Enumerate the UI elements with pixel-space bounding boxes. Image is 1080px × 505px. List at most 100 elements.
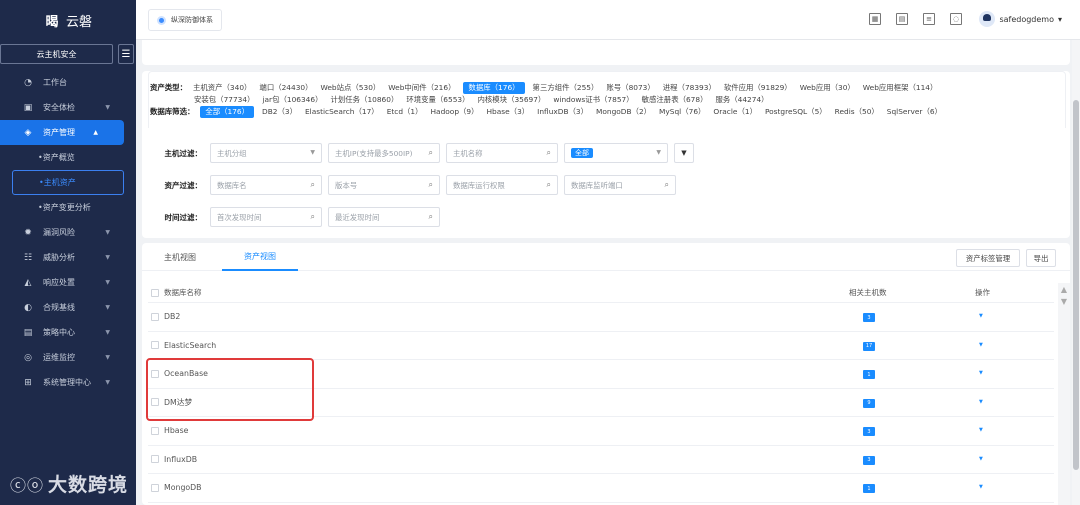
version-input[interactable]: 版本号 ⌕	[328, 175, 440, 195]
db-filter-tag[interactable]: ElasticSearch（17）	[305, 106, 379, 118]
page-scrollbar[interactable]	[1072, 40, 1080, 505]
last-found-input[interactable]: 最近发现时间 ⌕	[328, 207, 440, 227]
asset-type-tag[interactable]: 敏感注册表（678）	[642, 94, 708, 106]
db-filter-tag[interactable]: MongoDB（2）	[596, 106, 651, 118]
sidebar-item-baseline[interactable]: ◐ 合规基线 ▼	[0, 295, 136, 320]
host-count-badge[interactable]: 9	[863, 398, 875, 408]
asset-type-tag[interactable]: Web应用框架（114）	[863, 82, 938, 94]
operation-dropdown-icon[interactable]: ▼	[979, 427, 983, 433]
operation-dropdown-icon[interactable]: ▼	[979, 370, 983, 376]
db-filter-tag[interactable]: PostgreSQL（5）	[765, 106, 827, 118]
operation-dropdown-icon[interactable]: ▼	[979, 456, 983, 462]
asset-type-tag[interactable]: 进程（78393）	[663, 82, 716, 94]
brand-badge[interactable]: 纵深防御体系	[148, 9, 222, 31]
host-count-badge[interactable]: 1	[863, 370, 875, 379]
db-filter-tag[interactable]: Hadoop（9）	[431, 106, 479, 118]
sidebar-subitem-asset-change[interactable]: • 资产变更分析	[0, 195, 136, 220]
page-scrollbar-thumb[interactable]	[1073, 100, 1079, 470]
scroll-up-icon[interactable]: ▲	[1058, 283, 1070, 295]
asset-type-tag[interactable]: 计划任务（10860）	[330, 94, 398, 106]
sidebar-item-threat[interactable]: ☷ 威胁分析 ▼	[0, 245, 136, 270]
host-count-badge[interactable]: 17	[863, 341, 875, 351]
asset-type-tag[interactable]: windows证书（7857）	[553, 94, 633, 106]
table-scrollbar[interactable]	[1058, 283, 1070, 505]
apps-icon[interactable]: ▤	[896, 13, 908, 25]
operation-dropdown-icon[interactable]: ▼	[979, 313, 983, 319]
sidebar-item-response[interactable]: ◭ 响应处置 ▼	[0, 270, 136, 295]
row-checkbox[interactable]	[151, 426, 159, 435]
db-filter-tag[interactable]: InfluxDB（3）	[537, 106, 588, 118]
listen-port-input[interactable]: 数据库监听端口 ⌕	[564, 175, 676, 195]
sidebar-item-policy[interactable]: ▤ 策略中心 ▼	[0, 320, 136, 345]
sidebar-subitem-host-assets[interactable]: • 主机资产	[12, 170, 124, 195]
export-button[interactable]: 导出	[1026, 249, 1056, 267]
host-count-badge[interactable]: 1	[863, 484, 875, 493]
asset-type-tag-selected[interactable]: 数据库（176）	[463, 82, 525, 94]
asset-type-tag[interactable]: Web中间件（216）	[388, 82, 455, 94]
table-row[interactable]: InfluxDB 3 ▼	[148, 446, 1054, 474]
db-filter-tag[interactable]: DB2（3）	[262, 106, 297, 118]
db-filter-tag[interactable]: SqlServer（6）	[887, 106, 942, 118]
host-count-badge[interactable]: 3	[863, 313, 875, 322]
select-all-checkbox[interactable]	[151, 288, 159, 297]
notification-icon[interactable]: ◌	[950, 13, 962, 25]
sidebar-item-asset-management[interactable]: ◈ 资产管理 ▲	[0, 120, 124, 145]
run-permission-input[interactable]: 数据库运行权限 ⌕	[446, 175, 558, 195]
asset-type-tag[interactable]: Web站点（530）	[321, 82, 381, 94]
asset-type-tag[interactable]: 安装包（77734）	[194, 94, 254, 106]
table-row[interactable]: Hbase 3 ▼	[148, 417, 1054, 446]
user-menu[interactable]: safedogdemo ▾	[979, 11, 1062, 27]
sidebar-item-monitor[interactable]: ◎ 运维监控 ▼	[0, 345, 136, 370]
operation-dropdown-icon[interactable]: ▼	[979, 484, 983, 490]
status-select[interactable]: 全部 ▼	[564, 143, 668, 163]
host-group-select[interactable]: 主机分组 ▼	[210, 143, 322, 163]
table-row[interactable]: ElasticSearch 17 ▼	[148, 332, 1054, 360]
operation-dropdown-icon[interactable]: ▼	[979, 399, 983, 405]
section-selector-button[interactable]: 云主机安全	[0, 44, 113, 64]
db-name-input[interactable]: 数据库名 ⌕	[210, 175, 322, 195]
db-filter-tag[interactable]: Hbase（3）	[487, 106, 530, 118]
host-count-badge[interactable]: 3	[863, 427, 875, 436]
db-filter-tag[interactable]: Etcd（1）	[387, 106, 423, 118]
response-icon: ◭	[24, 277, 32, 288]
asset-type-tag[interactable]: Web应用（30）	[800, 82, 855, 94]
row-checkbox[interactable]	[151, 341, 159, 350]
clipboard-icon[interactable]: ≡	[923, 13, 935, 25]
db-filter-tag[interactable]: Redis（50）	[835, 106, 879, 118]
tab-host-view[interactable]: 主机视图	[164, 243, 196, 271]
grid-icon[interactable]: ▦	[869, 13, 881, 25]
db-filter-tag[interactable]: Oracle（1）	[713, 106, 757, 118]
first-found-input[interactable]: 首次发现时间 ⌕	[210, 207, 322, 227]
sidebar-item-system[interactable]: ⊞ 系统管理中心 ▼	[0, 370, 136, 395]
host-name-input[interactable]: 主机名称 ⌕	[446, 143, 558, 163]
asset-type-tag[interactable]: 第三方组件（255）	[533, 82, 599, 94]
sidebar-item-vuln-risk[interactable]: ✹ 漏洞风险 ▼	[0, 220, 136, 245]
tag-manage-button[interactable]: 资产标签管理	[956, 249, 1020, 267]
sidebar-item-workbench[interactable]: ◔ 工作台	[0, 70, 136, 95]
asset-type-tag[interactable]: 账号（8073）	[606, 82, 654, 94]
row-checkbox[interactable]	[151, 455, 159, 464]
asset-type-tag[interactable]: jar包（106346）	[262, 94, 322, 106]
db-filter-tag[interactable]: MySql（76）	[659, 106, 705, 118]
host-count-badge[interactable]: 3	[863, 455, 875, 465]
sidebar-subitem-asset-overview[interactable]: • 资产概览	[0, 145, 136, 170]
scroll-down-icon[interactable]: ▼	[1058, 295, 1070, 307]
row-checkbox[interactable]	[151, 483, 159, 492]
asset-type-tag[interactable]: 软件应用（91829）	[724, 82, 792, 94]
db-filter-tag-selected[interactable]: 全部（176）	[200, 106, 255, 118]
asset-type-tag[interactable]: 服务（44274）	[715, 94, 768, 106]
sidebar-subitem-label: 资产变更分析	[42, 203, 91, 212]
sidebar-item-checkup[interactable]: ▣ 安全体检 ▼	[0, 95, 136, 120]
expand-filter-button[interactable]: ▼	[674, 143, 694, 163]
tab-asset-view[interactable]: 资产视图	[222, 243, 298, 271]
host-ip-input[interactable]: 主机IP(支持最多500IP) ⌕	[328, 143, 440, 163]
menu-fold-icon[interactable]: ☰	[118, 44, 134, 64]
asset-type-tag[interactable]: 端口（24430）	[259, 82, 312, 94]
row-checkbox[interactable]	[151, 312, 159, 321]
asset-type-tag[interactable]: 主机资产（340）	[193, 82, 251, 94]
table-row[interactable]: DB2 3 ▼	[148, 303, 1054, 332]
asset-type-tag[interactable]: 内核模块（35697）	[478, 94, 546, 106]
table-row[interactable]: MongoDB 1 ▼	[148, 474, 1054, 503]
operation-dropdown-icon[interactable]: ▼	[979, 342, 983, 348]
asset-type-tag[interactable]: 环境变量（6553）	[406, 94, 469, 106]
